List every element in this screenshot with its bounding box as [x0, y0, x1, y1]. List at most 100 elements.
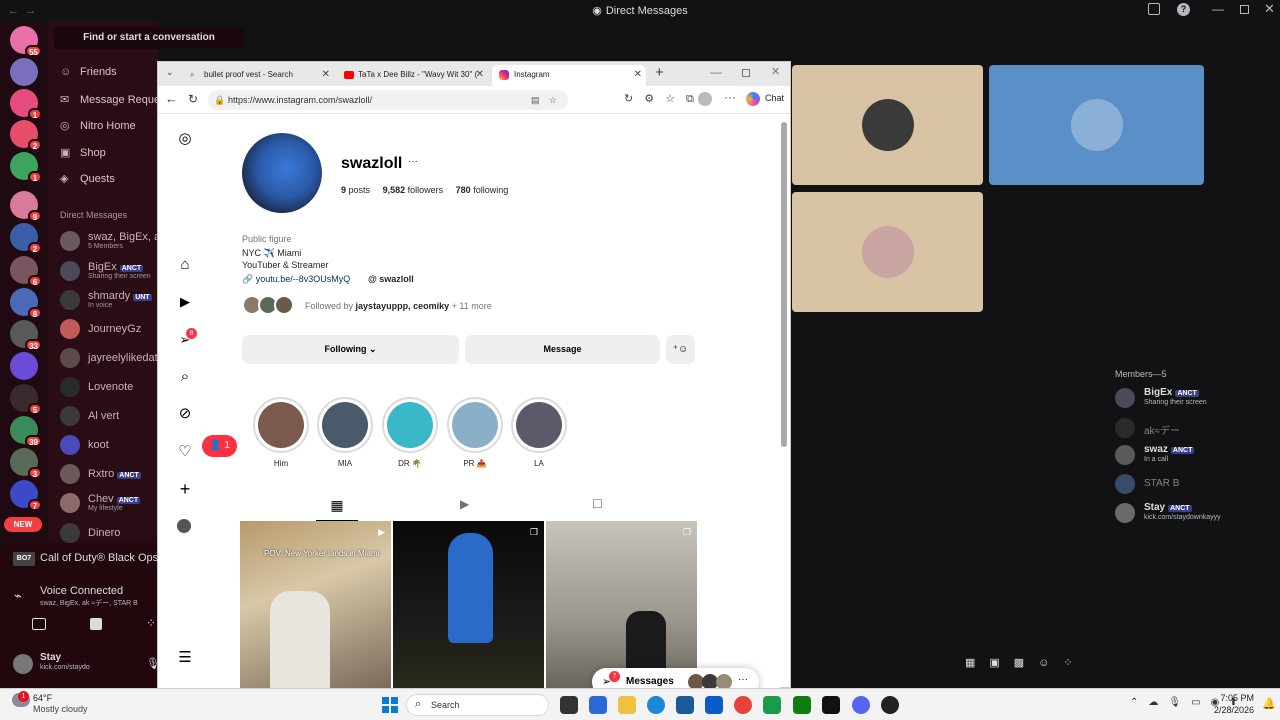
following-button[interactable]: Following ⌄: [242, 335, 459, 364]
close-button[interactable]: ✕: [771, 65, 780, 78]
obs-icon[interactable]: [881, 696, 899, 714]
follow-notification-badge[interactable]: 👤 1: [202, 435, 237, 457]
more-icon[interactable]: ···: [724, 90, 736, 104]
chrome-icon[interactable]: [734, 696, 752, 714]
server-icon[interactable]: 2: [10, 120, 42, 151]
discord-icon[interactable]: [852, 696, 870, 714]
outlook-icon[interactable]: [705, 696, 723, 714]
reader-icon[interactable]: ▤: [531, 90, 540, 110]
server-icon[interactable]: 1: [10, 89, 42, 120]
new-badge[interactable]: NEW: [4, 517, 42, 532]
nav-quests[interactable]: ◈ Quests: [60, 172, 115, 185]
call-tile[interactable]: [792, 192, 983, 312]
highlight-item[interactable]: Him: [253, 397, 309, 468]
call-tile[interactable]: [792, 65, 983, 185]
camera-off-icon[interactable]: [32, 618, 46, 630]
copilot-app-icon[interactable]: [589, 696, 607, 714]
threads-link[interactable]: @ swazloll: [368, 274, 414, 284]
following-link[interactable]: 780 following: [456, 185, 509, 195]
start-icon[interactable]: [382, 697, 398, 713]
server-icon[interactable]: 2: [10, 223, 42, 254]
server-icon[interactable]: 5: [10, 384, 42, 415]
member-item[interactable]: BigEx ANCT Sharing their screen: [1115, 387, 1265, 410]
bio-link[interactable]: 🔗 youtu.be/--8v3OUsMyQ: [242, 274, 350, 285]
member-item[interactable]: swaz ANCT In a call: [1115, 444, 1265, 467]
nav-shop[interactable]: ▣ Shop: [60, 146, 106, 159]
profile-avatar-icon[interactable]: [177, 519, 191, 533]
home-icon[interactable]: ⌂: [176, 256, 194, 274]
search-icon[interactable]: ⌕: [176, 368, 194, 386]
member-item[interactable]: ak≈デー: [1115, 418, 1265, 440]
app-icon[interactable]: [763, 696, 781, 714]
minimize-button[interactable]: —: [710, 65, 722, 79]
tab-instagram[interactable]: Instagram ✕: [492, 65, 646, 86]
store-icon[interactable]: [676, 696, 694, 714]
close-icon[interactable]: ✕: [322, 65, 330, 85]
clock-date[interactable]: 2/28/2026: [1196, 705, 1254, 715]
close-icon[interactable]: ✕: [634, 65, 642, 85]
tagged-icon[interactable]: ☐: [592, 497, 603, 511]
server-icon[interactable]: 55: [10, 26, 42, 57]
voice-status[interactable]: Voice Connected: [40, 585, 123, 597]
favorite-icon[interactable]: ☆: [549, 90, 557, 110]
dm-item[interactable]: JourneyGz: [58, 316, 158, 342]
close-button[interactable]: ✕: [1264, 1, 1275, 17]
server-icon[interactable]: [10, 352, 38, 380]
instagram-logo-icon[interactable]: ◎: [176, 130, 194, 148]
server-icon[interactable]: 6: [10, 256, 42, 287]
chat-button[interactable]: Chat: [765, 93, 784, 103]
notifications-icon[interactable]: 🔔: [1262, 697, 1276, 710]
post-thumbnail[interactable]: POV: New Yorker lands in Miami ▶: [240, 521, 391, 688]
game-title[interactable]: Call of Duty® Black Ops 7: [40, 552, 167, 564]
highlight-item[interactable]: MIA: [317, 397, 373, 468]
reels-icon[interactable]: ▶: [176, 293, 194, 311]
extensions-icons[interactable]: ↻⚙☆⧉: [624, 92, 705, 106]
tab-search[interactable]: ⌕ bullet proof vest - Search ✕: [184, 65, 334, 86]
server-icon[interactable]: 7: [10, 480, 42, 511]
close-icon[interactable]: ✕: [476, 65, 484, 85]
options-icon[interactable]: ···: [408, 156, 418, 167]
highlight-item[interactable]: PR 📤: [447, 397, 503, 468]
dm-item[interactable]: BigEx ANCT Sharing their screen: [58, 258, 158, 284]
activities-icon[interactable]: ⁘: [146, 616, 156, 630]
message-button[interactable]: Message: [465, 335, 660, 364]
tab-youtube[interactable]: TaTa x Dee Billz - "Wavy Wit 30" (✕: [338, 65, 488, 86]
task-view-icon[interactable]: [560, 696, 578, 714]
taskbar-search[interactable]: ⌕ Search: [406, 694, 549, 716]
tab-actions-icon[interactable]: ⌄: [166, 67, 174, 78]
nav-friends[interactable]: ☺ Friends: [60, 66, 117, 78]
back-icon[interactable]: ←: [165, 91, 178, 106]
server-icon[interactable]: 8: [10, 288, 42, 319]
copilot-icon[interactable]: [746, 92, 760, 106]
grid-icon[interactable]: ▦: [316, 497, 358, 521]
explore-icon[interactable]: ⊘: [176, 405, 194, 423]
highlight-item[interactable]: DR 🌴: [382, 397, 438, 468]
member-item[interactable]: Stay ANCT kick.com/staydownkayyy: [1115, 502, 1265, 525]
profile-avatar[interactable]: [242, 133, 322, 213]
dm-item[interactable]: shmardy UNT In voice: [58, 287, 158, 313]
post-thumbnail[interactable]: ❐: [393, 521, 544, 688]
avatar[interactable]: [13, 654, 33, 674]
highlight-item[interactable]: LA: [511, 397, 567, 468]
dm-item[interactable]: Rxtro ANCT: [58, 461, 158, 487]
call-controls[interactable]: ▦▣▩☺⁘: [965, 656, 1087, 669]
maximize-button[interactable]: [742, 69, 750, 77]
help-icon[interactable]: ?: [1177, 3, 1190, 16]
address-bar[interactable]: 🔒 https://www.instagram.com/swazloll/ ▤ …: [208, 90, 568, 110]
server-icon[interactable]: [10, 58, 38, 86]
menu-icon[interactable]: ☰: [176, 649, 194, 667]
minimize-button[interactable]: —: [1212, 2, 1224, 16]
heart-icon[interactable]: ♡: [176, 443, 194, 461]
server-icon[interactable]: 3: [10, 448, 42, 479]
server-icon[interactable]: 33: [10, 320, 42, 351]
dm-item[interactable]: Lovenote: [58, 374, 158, 400]
create-icon[interactable]: +: [176, 480, 194, 498]
dm-item[interactable]: koot: [58, 432, 158, 458]
dm-item[interactable]: jayreelylikedat: [58, 345, 158, 371]
followed-by-avatars[interactable]: [242, 295, 302, 317]
server-icon[interactable]: 39: [10, 416, 42, 447]
post-thumbnail[interactable]: ❐: [546, 521, 697, 688]
profile-icon[interactable]: [698, 92, 712, 106]
maximize-button[interactable]: [1240, 5, 1249, 14]
new-tab-button[interactable]: +: [655, 64, 664, 81]
